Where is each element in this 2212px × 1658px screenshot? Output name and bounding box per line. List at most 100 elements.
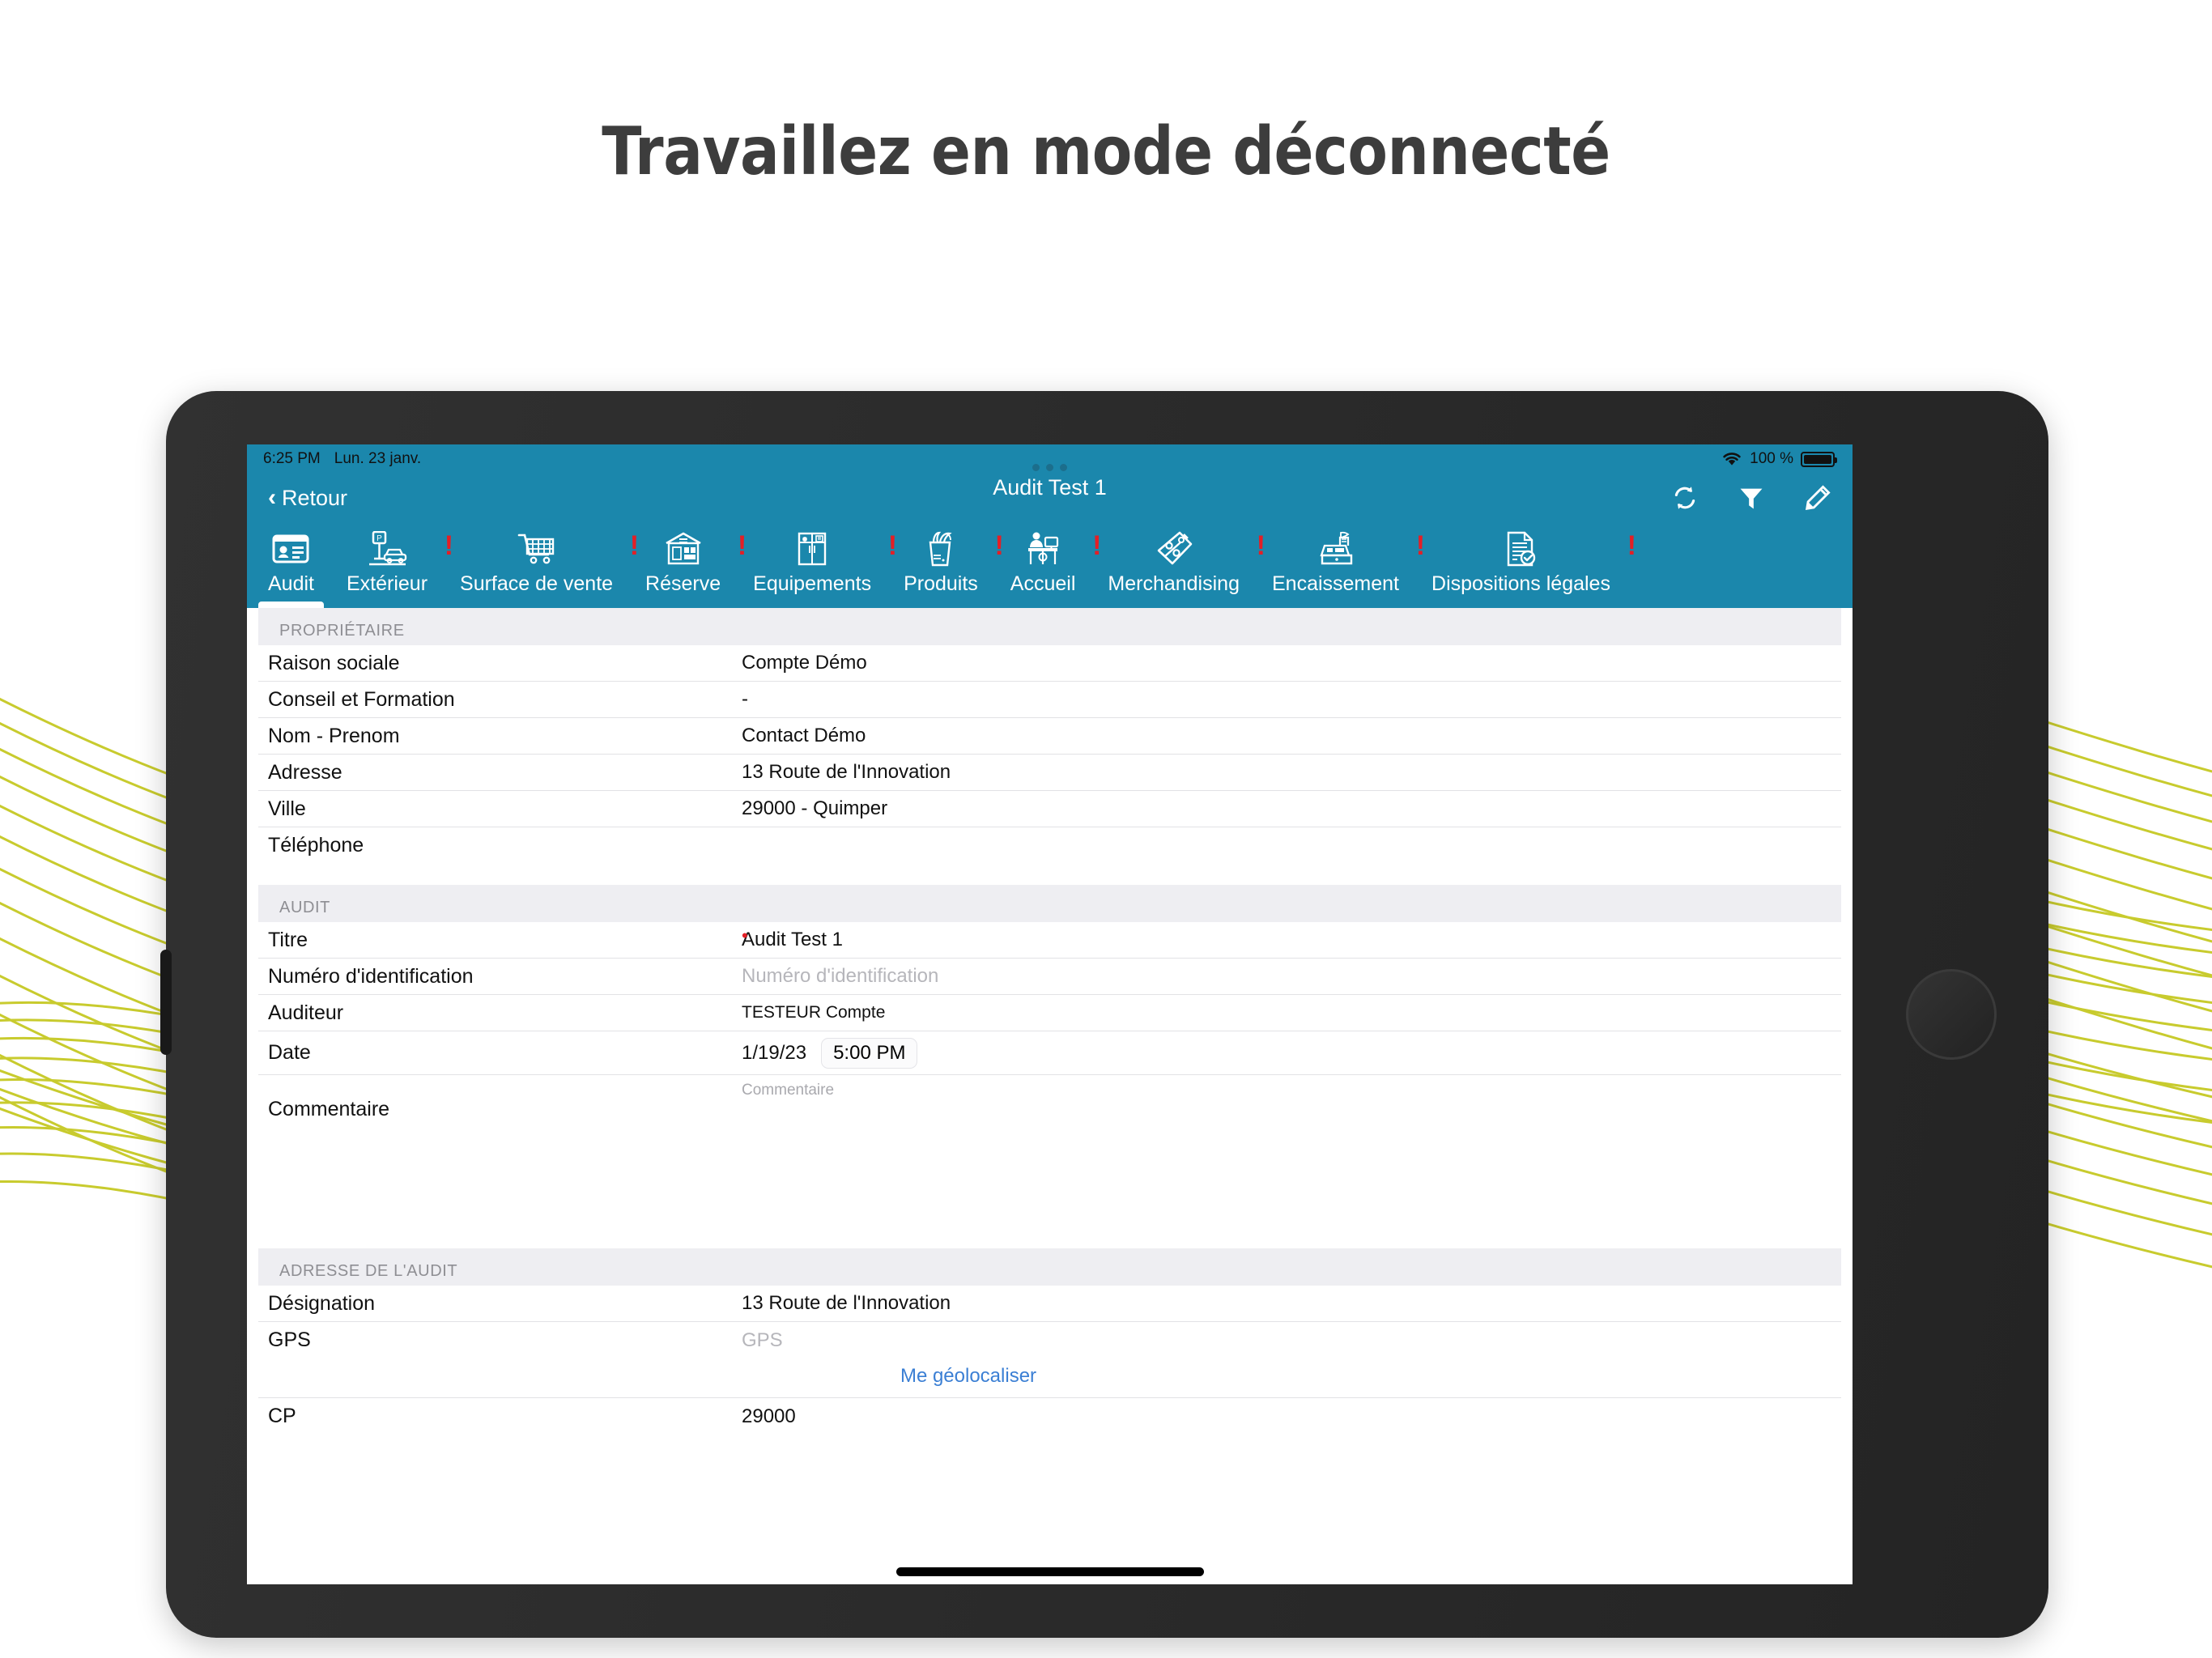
form-row-gps[interactable]: GPS GPS xyxy=(258,1322,1841,1358)
required-marker-icon: • xyxy=(742,925,748,946)
battery-percent: 100 % xyxy=(1750,450,1793,467)
form-row-cp[interactable]: CP 29000 xyxy=(258,1398,1841,1435)
form-row-raison-sociale[interactable]: Raison sociale Compte Démo xyxy=(258,645,1841,682)
battery-icon xyxy=(1801,451,1837,467)
form-row-ville[interactable]: Ville 29000 - Quimper xyxy=(258,791,1841,827)
funnel-icon[interactable] xyxy=(1738,484,1765,512)
row-label: Titre xyxy=(268,928,308,951)
status-date: Lun. 23 janv. xyxy=(334,450,422,467)
section-title: PROPRIÉTAIRE xyxy=(279,622,405,640)
form-row-adresse[interactable]: Adresse 13 Route de l'Innovation xyxy=(258,755,1841,791)
svg-text:P: P xyxy=(376,534,382,543)
tab-label: Réserve xyxy=(645,572,721,595)
tablet-home-button[interactable] xyxy=(1906,969,1997,1060)
section-title: AUDIT xyxy=(279,899,330,916)
geolocate-link[interactable]: Me géolocaliser xyxy=(742,1365,1195,1388)
reception-desk-icon xyxy=(1023,529,1062,569)
screenshot-root: Travaillez en mode déconnecté 6:25 PM Lu… xyxy=(0,0,2212,1658)
form-row-numero-identification[interactable]: Numéro d'identification Numéro d'identif… xyxy=(258,959,1841,995)
row-label: Désignation xyxy=(268,1291,376,1315)
fridge-icon xyxy=(794,529,830,569)
status-bar: 6:25 PM Lun. 23 janv. 100 % xyxy=(247,444,1853,474)
tab-label: Audit xyxy=(268,572,314,595)
tab-alert-badge: ! xyxy=(1627,530,1636,561)
row-label: Commentaire xyxy=(268,1098,390,1120)
tab-dispositions-legales[interactable]: Dispositions légales ! xyxy=(1415,522,1636,608)
row-label: CP xyxy=(268,1405,296,1427)
row-label: Raison sociale xyxy=(268,651,400,674)
tab-label: Dispositions légales xyxy=(1431,572,1610,595)
row-label: Téléphone xyxy=(268,834,364,857)
status-time: 6:25 PM xyxy=(263,450,321,467)
form-row-designation[interactable]: Désignation 13 Route de l'Innovation xyxy=(258,1286,1841,1322)
row-value-placeholder: GPS xyxy=(742,1329,783,1351)
time-value[interactable]: 5:00 PM xyxy=(821,1037,918,1069)
section-header-audit: AUDIT xyxy=(258,885,1841,922)
tab-surface-de-vente[interactable]: Surface de vente ! xyxy=(444,522,639,608)
tab-reserve[interactable]: Réserve ! xyxy=(629,522,747,608)
form-content: PROPRIÉTAIRE Raison sociale Compte Démo … xyxy=(247,608,1853,1584)
tablet-side-button xyxy=(160,950,172,1055)
section-header-proprietaire: PROPRIÉTAIRE xyxy=(258,608,1841,645)
row-label: Conseil et Formation xyxy=(268,687,455,711)
row-label: GPS xyxy=(268,1329,311,1351)
form-row-telephone[interactable]: Téléphone xyxy=(258,827,1841,864)
id-card-icon xyxy=(272,529,309,569)
row-label: Auditeur xyxy=(268,1001,344,1024)
comment-placeholder: Commentaire xyxy=(742,1082,835,1099)
tab-equipements[interactable]: Equipements ! xyxy=(737,522,897,608)
tab-label: Extérieur xyxy=(346,572,428,595)
tab-audit[interactable]: Audit xyxy=(252,522,330,608)
tab-exterieur[interactable]: P Extérieur ! xyxy=(330,522,453,608)
row-label: Nom - Prenom xyxy=(268,724,400,747)
wifi-icon xyxy=(1723,453,1741,466)
navbar-title: Audit Test 1 xyxy=(993,475,1107,500)
row-value: Compte Démo xyxy=(742,652,867,674)
tab-label: Surface de vente xyxy=(460,572,614,595)
back-button[interactable]: ‹ Retour xyxy=(268,486,347,511)
row-value: TESTEUR Compte xyxy=(742,1003,886,1022)
tab-label: Accueil xyxy=(1010,572,1076,595)
row-value: - xyxy=(742,688,748,710)
back-button-label: Retour xyxy=(282,485,348,510)
row-value-placeholder: Numéro d'identification xyxy=(742,965,939,987)
row-value: Audit Test 1 xyxy=(742,929,843,950)
tab-produits[interactable]: Produits ! xyxy=(887,522,1004,608)
form-row-auditeur[interactable]: Auditeur TESTEUR Compte xyxy=(258,995,1841,1031)
cash-register-icon xyxy=(1316,529,1356,569)
home-indicator[interactable] xyxy=(895,1567,1204,1576)
tab-label: Equipements xyxy=(753,572,872,595)
price-tag-percent-icon xyxy=(1155,529,1193,569)
row-label: Numéro d'identification xyxy=(268,964,474,988)
refresh-icon[interactable] xyxy=(1671,484,1699,512)
parking-car-icon: P xyxy=(367,529,407,569)
form-row-conseil-formation[interactable]: Conseil et Formation - xyxy=(258,682,1841,718)
grocery-bag-icon xyxy=(922,529,959,569)
tab-accueil[interactable]: Accueil ! xyxy=(994,522,1102,608)
row-label: Date xyxy=(268,1041,311,1064)
tab-encaissement[interactable]: Encaissement ! xyxy=(1256,522,1425,608)
date-value[interactable]: 1/19/23 xyxy=(742,1042,806,1065)
tab-label: Encaissement xyxy=(1271,572,1400,595)
form-row-titre[interactable]: Titre • Audit Test 1 xyxy=(258,922,1841,959)
row-label: Ville xyxy=(268,797,306,820)
chevron-left-icon: ‹ xyxy=(268,484,276,511)
tablet-device: 6:25 PM Lun. 23 janv. 100 % ‹ Retour Aud… xyxy=(160,391,2048,1638)
shopping-cart-icon xyxy=(517,529,556,569)
pencil-icon[interactable] xyxy=(1804,484,1831,512)
tab-bar: Audit P Extérieur ! Surface de vente ! R… xyxy=(247,522,1853,608)
section-header-adresse-audit: ADRESSE DE L'AUDIT xyxy=(258,1248,1841,1286)
form-row-commentaire[interactable]: Commentaire Commentaire xyxy=(258,1075,1841,1227)
page-title: Travaillez en mode déconnecté xyxy=(602,113,1610,190)
tab-label: Merchandising xyxy=(1108,572,1240,595)
geolocate-row: Me géolocaliser xyxy=(258,1358,1841,1398)
row-value: 29000 - Quimper xyxy=(742,797,888,819)
navigation-bar: ‹ Retour Audit Test 1 xyxy=(247,464,1853,522)
form-row-date[interactable]: Date 1/19/23 5:00 PM xyxy=(258,1031,1841,1075)
tab-label: Produits xyxy=(904,572,978,595)
row-value: 13 Route de l'Innovation xyxy=(742,1292,951,1314)
tablet-screen: 6:25 PM Lun. 23 janv. 100 % ‹ Retour Aud… xyxy=(247,444,1853,1584)
tab-merchandising[interactable]: Merchandising ! xyxy=(1091,522,1266,608)
form-row-nom-prenom[interactable]: Nom - Prenom Contact Démo xyxy=(258,718,1841,755)
row-value: 13 Route de l'Innovation xyxy=(742,761,951,783)
